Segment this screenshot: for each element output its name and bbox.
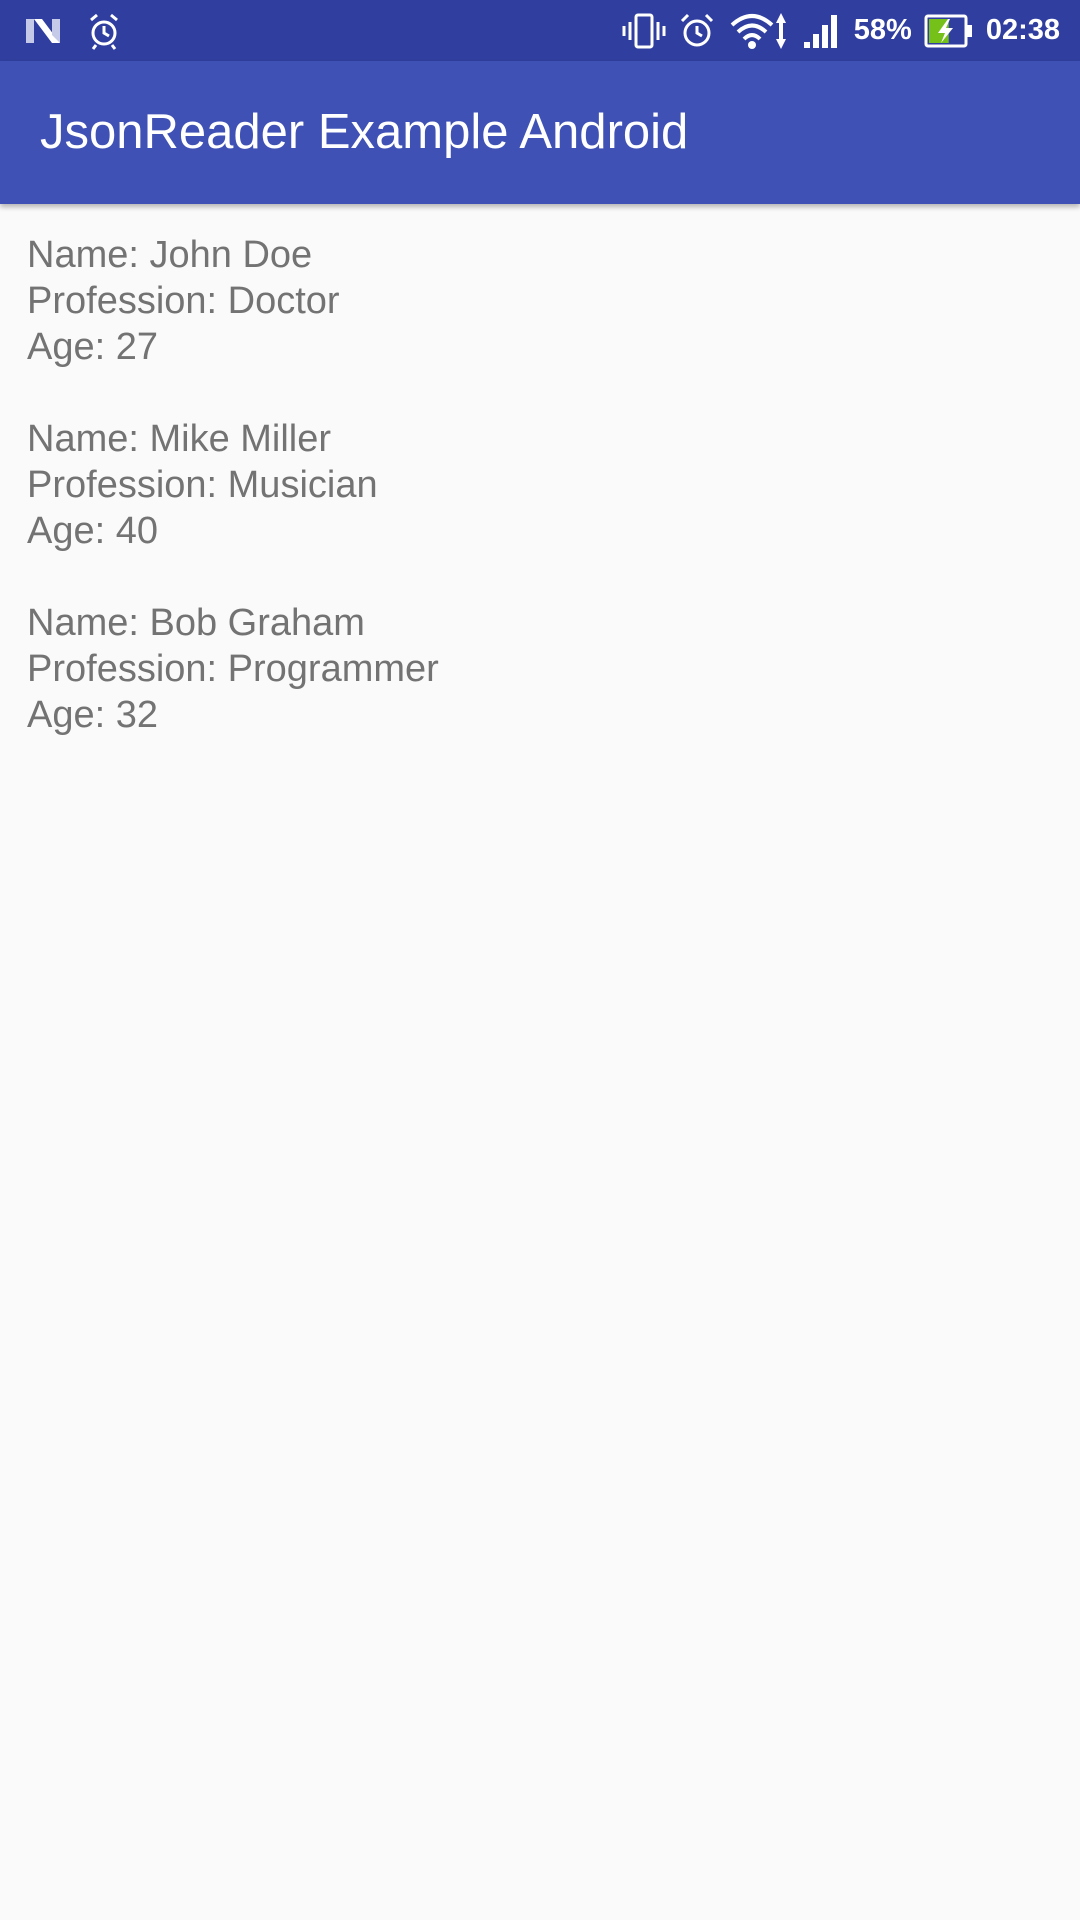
app-bar: JsonReader Example Android [0,61,1080,204]
person-name: Name: John Doe [27,234,313,276]
person-age: Age: 40 [27,510,158,552]
status-bar-left [24,0,120,61]
people-list: Name: John Doe Profession: Doctor Age: 2… [27,232,1047,784]
battery-percent: 58% [853,14,912,46]
list-item: Name: John Doe Profession: Doctor Age: 2… [27,232,1047,370]
status-time: 02:38 [985,14,1060,46]
person-profession: Profession: Programmer [27,648,439,690]
person-age: Age: 32 [27,694,158,736]
person-age: Age: 27 [27,326,158,368]
alarm-icon [88,12,120,50]
app-title: JsonReader Example Android [40,105,689,159]
signal-icon [802,12,842,50]
list-item: Name: Bob Graham Profession: Programmer … [27,600,1047,738]
n-logo-icon [24,15,62,47]
person-name: Name: Bob Graham [27,602,365,644]
status-bar-right: 58% 02:38 [622,0,1060,61]
person-name: Name: Mike Miller [27,418,332,460]
battery-charging-icon [924,12,974,50]
status-bar: 58% 02:38 [0,0,1080,61]
person-profession: Profession: Musician [27,464,378,506]
list-item: Name: Mike Miller Profession: Musician A… [27,416,1047,554]
wifi-icon [728,11,790,51]
person-profession: Profession: Doctor [27,280,340,322]
alarm-icon [678,12,716,50]
vibrate-icon [622,12,666,50]
